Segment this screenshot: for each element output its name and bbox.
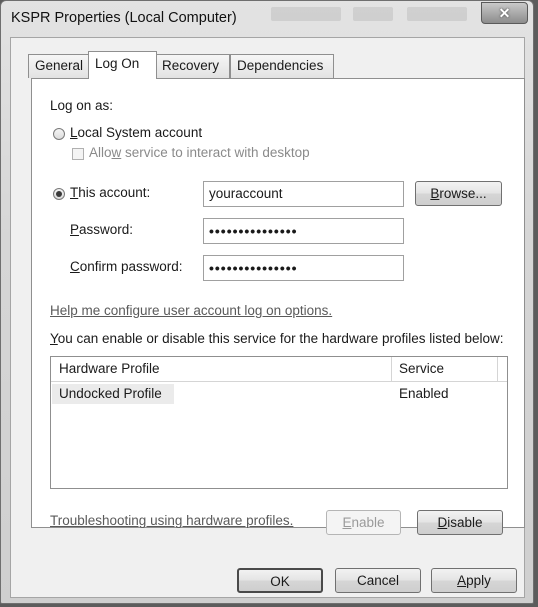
tab-general[interactable]: General xyxy=(28,54,90,78)
background-window-ghost xyxy=(271,7,341,21)
dialog-client-area: General Log On Recovery Dependencies Log… xyxy=(10,37,525,598)
disable-button[interactable]: Disable xyxy=(417,510,503,535)
log-on-as-label: Log on as: xyxy=(50,98,114,113)
allow-interact-checkbox[interactable] xyxy=(72,148,84,160)
confirm-password-label: Confirm password: xyxy=(70,259,183,274)
background-window-ghost xyxy=(353,7,393,21)
column-divider[interactable] xyxy=(497,357,498,381)
column-header-service[interactable]: Service xyxy=(399,361,444,376)
this-account-label[interactable]: This account: xyxy=(70,185,150,200)
password-label: Password: xyxy=(70,222,134,237)
cancel-button[interactable]: Cancel xyxy=(335,568,421,593)
local-system-radio[interactable] xyxy=(53,128,65,140)
password-input[interactable]: ••••••••••••••• xyxy=(203,218,404,244)
tab-dependencies[interactable]: Dependencies xyxy=(230,54,334,78)
close-icon: ✕ xyxy=(498,4,511,21)
list-header: Hardware Profile Service xyxy=(51,357,507,382)
tab-log-on[interactable]: Log On xyxy=(88,51,157,79)
this-account-radio[interactable] xyxy=(53,188,65,200)
ok-button[interactable]: OK xyxy=(237,568,323,593)
column-header-hardware-profile[interactable]: Hardware Profile xyxy=(59,361,160,376)
window-title: KSPR Properties (Local Computer) xyxy=(11,10,237,26)
browse-button[interactable]: Browse... xyxy=(415,181,502,206)
troubleshooting-link[interactable]: Troubleshooting using hardware profiles. xyxy=(50,513,293,528)
apply-button[interactable]: Apply xyxy=(431,568,517,593)
help-configure-link[interactable]: Help me configure user account log on op… xyxy=(50,303,332,318)
properties-dialog: KSPR Properties (Local Computer) ✕ Gener… xyxy=(0,0,534,604)
local-system-label[interactable]: Local System account xyxy=(70,125,202,140)
hardware-profiles-list[interactable]: Hardware Profile Service Undocked Profil… xyxy=(50,356,508,489)
profile-name: Undocked Profile xyxy=(59,386,162,401)
tab-recovery[interactable]: Recovery xyxy=(155,54,230,78)
log-on-panel: Log on as: Local System account Allow se… xyxy=(31,78,525,535)
column-divider[interactable] xyxy=(391,357,392,381)
enable-button[interactable]: Enable xyxy=(326,510,401,535)
allow-interact-label: Allow service to interact with desktop xyxy=(89,145,310,160)
confirm-password-input[interactable]: ••••••••••••••• xyxy=(203,255,404,281)
service-status: Enabled xyxy=(399,386,449,401)
account-name-input[interactable]: youraccount xyxy=(203,181,404,207)
background-window-ghost xyxy=(407,7,467,21)
close-button[interactable]: ✕ xyxy=(481,2,528,24)
hardware-profiles-description: You can enable or disable this service f… xyxy=(50,331,504,346)
